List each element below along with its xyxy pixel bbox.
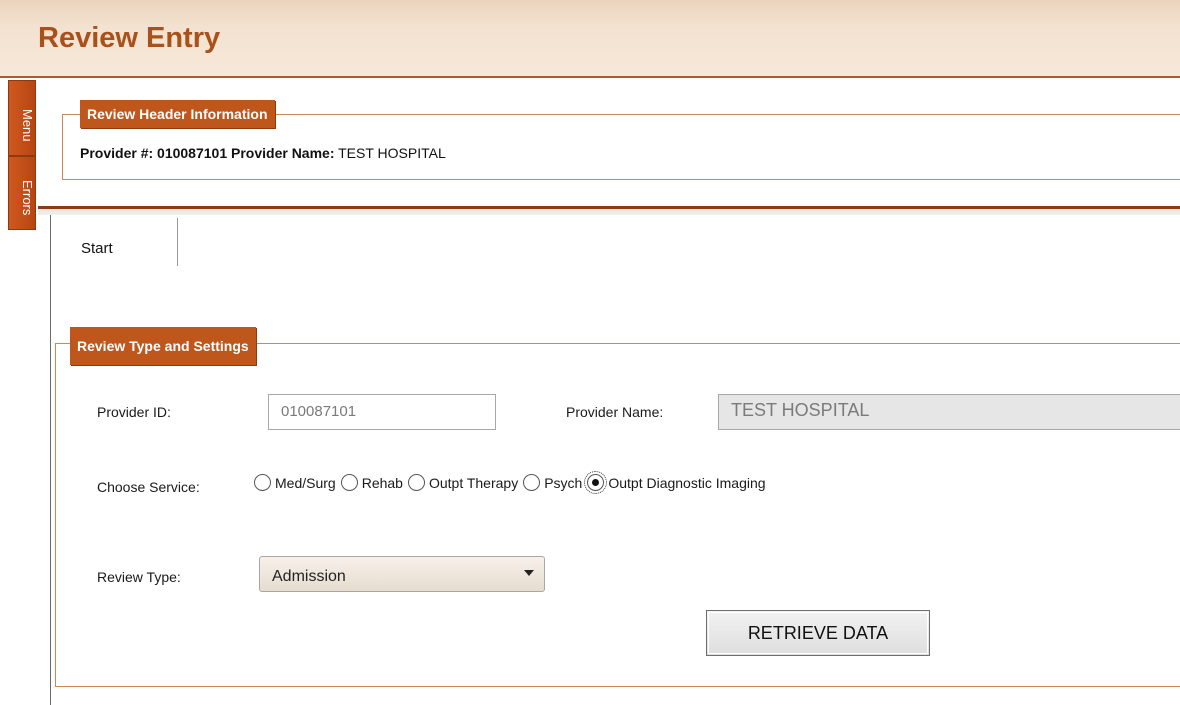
radio-outpt-therapy[interactable]: Outpt Therapy: [407, 474, 519, 491]
provider-id-input[interactable]: 010087101: [268, 394, 496, 430]
side-tab-errors[interactable]: Errors: [8, 156, 36, 230]
review-type-select[interactable]: Admission: [259, 556, 545, 592]
review-type-value: Admission: [272, 568, 346, 585]
tab-start[interactable]: Start: [53, 218, 178, 266]
provider-summary: Provider #: 010087101 Provider Name: TES…: [80, 145, 446, 161]
panel-splitter[interactable]: [38, 206, 1180, 215]
provider-name-field-label: Provider Name:: [566, 404, 664, 420]
radio-rehab[interactable]: Rehab: [340, 474, 403, 491]
radio-label: Psych: [544, 474, 583, 491]
radio-label: Rehab: [361, 474, 403, 491]
side-tab-menu[interactable]: Menu: [8, 80, 36, 156]
choose-service-label: Choose Service:: [97, 479, 200, 495]
service-radio-group: Med/Surg Rehab Outpt Therapy Psych Outpt…: [254, 471, 771, 494]
provider-name-label: Provider Name:: [231, 145, 335, 161]
retrieve-data-button[interactable]: RETRIEVE DATA: [706, 610, 930, 656]
review-settings-legend: Review Type and Settings: [70, 327, 256, 365]
radio-circle[interactable]: [254, 474, 271, 491]
provider-id-label: Provider ID:: [97, 404, 171, 420]
chevron-down-icon[interactable]: [524, 570, 534, 576]
review-header-legend: Review Header Information: [80, 100, 275, 128]
radio-med-surg[interactable]: Med/Surg: [254, 474, 336, 491]
radio-outpt-diagnostic-imaging[interactable]: Outpt Diagnostic Imaging: [584, 471, 766, 494]
radio-label: Outpt Therapy: [428, 474, 519, 491]
radio-circle[interactable]: [340, 474, 358, 491]
content-left-border: [50, 215, 51, 705]
review-type-label: Review Type:: [97, 569, 181, 585]
radio-label: Med/Surg: [275, 474, 336, 491]
radio-label: Outpt Diagnostic Imaging: [608, 474, 766, 491]
radio-circle[interactable]: [523, 474, 541, 491]
tab-start-label: Start: [81, 240, 113, 257]
provider-number: 010087101: [157, 145, 228, 161]
page-title: Review Entry: [38, 22, 221, 54]
radio-circle[interactable]: [407, 474, 425, 491]
provider-name-field: TEST HOSPITAL: [718, 394, 1180, 430]
provider-number-label: Provider #:: [80, 145, 154, 161]
title-bar: Review Entry: [0, 0, 1180, 78]
radio-psych[interactable]: Psych: [523, 474, 582, 491]
radio-circle-selected[interactable]: [584, 471, 608, 494]
provider-name: TEST HOSPITAL: [338, 145, 446, 161]
